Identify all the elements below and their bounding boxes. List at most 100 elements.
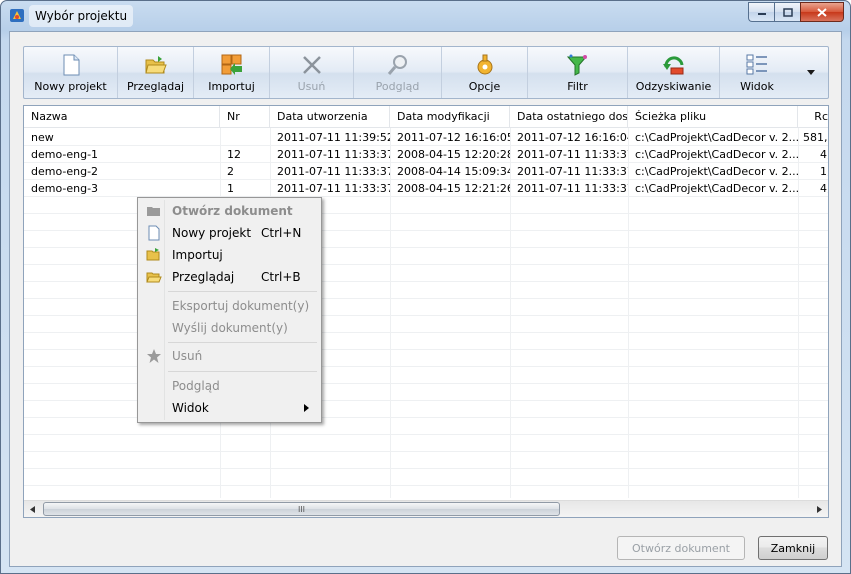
column-header-last-access[interactable]: Data ostatniego dost... bbox=[510, 106, 628, 128]
column-header-path[interactable]: Ścieżka pliku bbox=[628, 106, 798, 128]
close-dialog-button[interactable]: Zamknij bbox=[758, 536, 828, 560]
app-icon bbox=[10, 9, 24, 22]
cell-path: c:\CadProjekt\CadDecor v. 2.... bbox=[635, 182, 798, 195]
menu-item-browse[interactable]: Przeglądaj Ctrl+B bbox=[140, 266, 319, 288]
window-title: Wybór projektu bbox=[29, 5, 134, 27]
column-header-size[interactable]: Rc bbox=[798, 106, 828, 128]
new-project-label: Nowy projekt bbox=[34, 80, 107, 93]
delete-x-icon bbox=[302, 56, 321, 74]
context-menu: Otwórz dokument Nowy projekt Ctrl+N Impo… bbox=[137, 197, 322, 423]
filter-funnel-icon bbox=[566, 54, 587, 76]
main-toolbar: Nowy projekt Przeglądaj Importuj Usuń Po… bbox=[23, 46, 829, 99]
cell-size: 4,8 bbox=[820, 148, 828, 161]
cell-modified: 2008-04-15 12:20:28 bbox=[397, 148, 510, 161]
view-list-icon bbox=[746, 54, 767, 75]
browse-label: Przeglądaj bbox=[126, 80, 185, 93]
import-label: Importuj bbox=[208, 80, 255, 93]
scroll-thumb[interactable]: III bbox=[43, 502, 560, 516]
table-row[interactable]: new 2011-07-11 11:39:52 2011-07-12 16:16… bbox=[24, 129, 828, 146]
column-header-modified[interactable]: Data modyfikacji bbox=[390, 106, 510, 128]
menu-item-new-project[interactable]: Nowy projekt Ctrl+N bbox=[140, 222, 319, 244]
minimize-icon bbox=[757, 13, 766, 15]
minimize-button[interactable] bbox=[748, 2, 774, 22]
client-area: Nowy projekt Przeglądaj Importuj Usuń Po… bbox=[9, 31, 842, 567]
cell-size: 1,5 bbox=[820, 165, 828, 178]
cell-nr: 1 bbox=[227, 182, 234, 195]
menu-separator bbox=[168, 371, 317, 372]
table-row[interactable]: demo-eng-2 2 2011-07-11 11:33:37 2008-04… bbox=[24, 163, 828, 180]
scroll-right-icon bbox=[817, 505, 822, 513]
close-button[interactable] bbox=[800, 2, 844, 22]
cell-created: 2011-07-11 11:39:52 bbox=[277, 131, 390, 144]
cell-created: 2011-07-11 11:33:37 bbox=[277, 182, 390, 195]
cell-nr: 12 bbox=[227, 148, 241, 161]
menu-item-import[interactable]: Importuj bbox=[140, 244, 319, 266]
cell-path: c:\CadProjekt\CadDecor v. 2.... bbox=[635, 165, 798, 178]
new-project-button[interactable]: Nowy projekt bbox=[24, 47, 118, 98]
menu-item-export-documents[interactable]: Eksportuj dokument(y) bbox=[140, 295, 319, 317]
cell-modified: 2011-07-12 16:16:05 bbox=[397, 131, 510, 144]
column-header-created[interactable]: Data utworzenia bbox=[270, 106, 390, 128]
menu-item-delete[interactable]: Usuń bbox=[140, 345, 319, 367]
cell-name: demo-eng-1 bbox=[31, 148, 99, 161]
cell-created: 2011-07-11 11:33:37 bbox=[277, 148, 390, 161]
cell-path: c:\CadProjekt\CadDecor v. 2.... bbox=[635, 148, 798, 161]
column-header-name[interactable]: Nazwa bbox=[24, 106, 220, 128]
menu-item-label: Otwórz dokument bbox=[172, 204, 293, 218]
delete-button[interactable]: Usuń bbox=[270, 47, 354, 98]
table-row[interactable]: demo-eng-1 12 2011-07-11 11:33:37 2008-0… bbox=[24, 146, 828, 163]
browse-button[interactable]: Przeglądaj bbox=[118, 47, 194, 98]
open-document-button[interactable]: Otwórz dokument bbox=[617, 536, 745, 560]
view-label: Widok bbox=[740, 80, 774, 93]
menu-item-shortcut: Ctrl+N bbox=[261, 226, 302, 240]
preview-button[interactable]: Podgląd bbox=[354, 47, 442, 98]
menu-item-send-documents[interactable]: Wyślij dokument(y) bbox=[140, 317, 319, 339]
cell-size: 4,2 bbox=[820, 182, 828, 195]
open-folder-icon bbox=[144, 56, 167, 74]
view-button[interactable]: Widok bbox=[720, 47, 794, 98]
table-row[interactable]: demo-eng-3 1 2011-07-11 11:33:37 2008-04… bbox=[24, 180, 828, 197]
close-icon bbox=[817, 7, 827, 17]
project-selection-window: Wybór projektu Nowy projekt Przeglądaj I… bbox=[0, 0, 851, 574]
menu-item-open-document[interactable]: Otwórz dokument bbox=[140, 200, 319, 222]
cell-name: new bbox=[31, 131, 54, 144]
submenu-arrow-icon bbox=[304, 404, 309, 412]
row-gridline bbox=[24, 468, 828, 469]
cell-name: demo-eng-2 bbox=[31, 165, 99, 178]
menu-item-label: Wyślij dokument(y) bbox=[172, 321, 288, 335]
recovery-button[interactable]: Odzyskiwanie bbox=[628, 47, 720, 98]
new-document-icon bbox=[148, 225, 160, 241]
cell-last-access: 2011-07-12 16:16:04 bbox=[517, 131, 628, 144]
options-button[interactable]: Opcje bbox=[442, 47, 528, 98]
column-header-nr[interactable]: Nr bbox=[220, 106, 270, 128]
toolbar-overflow-button[interactable] bbox=[794, 47, 828, 98]
maximize-icon bbox=[782, 7, 793, 17]
maximize-button[interactable] bbox=[774, 2, 800, 22]
menu-separator bbox=[168, 291, 317, 292]
scroll-right-button[interactable] bbox=[811, 501, 828, 517]
cell-path: c:\CadProjekt\CadDecor v. 2.... bbox=[635, 131, 798, 144]
menu-item-label: Usuń bbox=[172, 349, 203, 363]
row-gridline bbox=[24, 434, 828, 435]
row-gridline bbox=[24, 485, 828, 486]
options-label: Opcje bbox=[468, 80, 501, 93]
cell-created: 2011-07-11 11:33:37 bbox=[277, 165, 390, 178]
filter-button[interactable]: Filtr bbox=[528, 47, 628, 98]
menu-item-view[interactable]: Widok bbox=[140, 397, 319, 419]
title-bar[interactable]: Wybór projektu bbox=[1, 1, 850, 31]
magnifier-icon bbox=[387, 55, 407, 75]
import-button[interactable]: Importuj bbox=[194, 47, 270, 98]
menu-item-preview[interactable]: Podgląd bbox=[140, 375, 319, 397]
scroll-left-icon bbox=[30, 505, 35, 513]
recovery-label: Odzyskiwanie bbox=[635, 80, 712, 93]
cell-size: 581,6 bbox=[803, 131, 828, 144]
preview-label: Podgląd bbox=[375, 80, 420, 93]
menu-item-label: Podgląd bbox=[172, 379, 220, 393]
menu-separator bbox=[168, 342, 317, 343]
folder-icon bbox=[147, 207, 160, 216]
chevron-down-icon bbox=[807, 70, 815, 75]
row-gridline bbox=[24, 451, 828, 452]
horizontal-scrollbar[interactable]: III bbox=[24, 500, 828, 517]
star-icon bbox=[147, 349, 161, 363]
scroll-left-button[interactable] bbox=[24, 501, 41, 517]
